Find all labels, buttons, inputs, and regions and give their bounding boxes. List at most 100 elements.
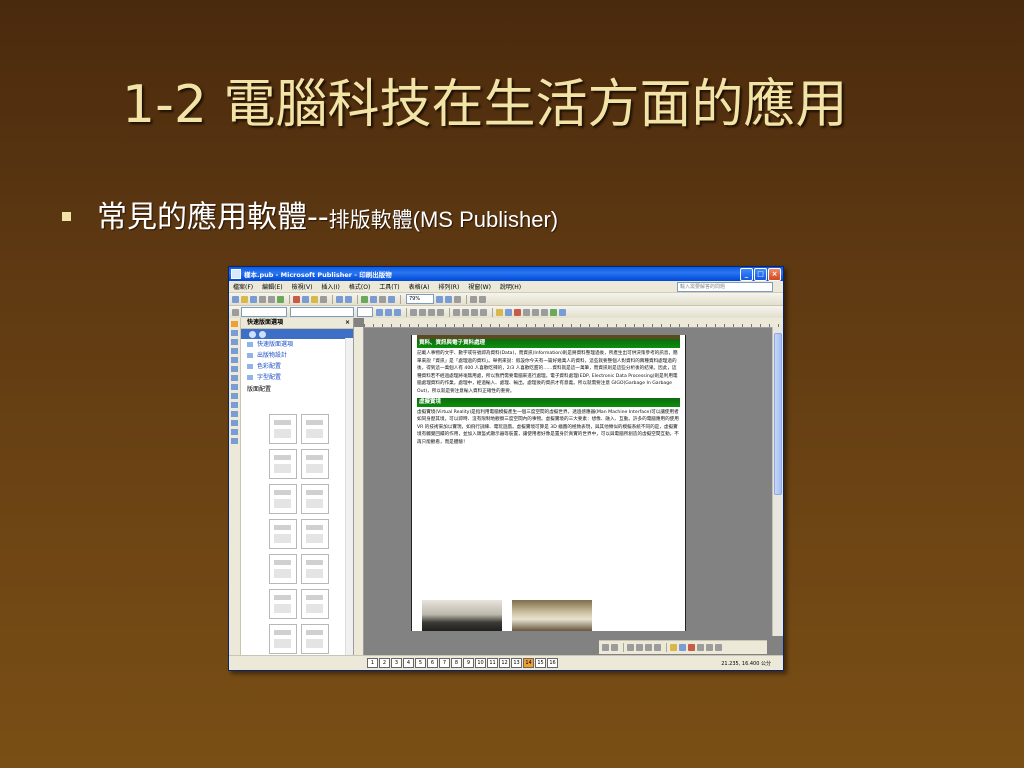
menu-window[interactable]: 視窗(W) — [468, 282, 491, 291]
menu-file[interactable]: 檔案(F) — [233, 282, 253, 291]
increase-indent-icon[interactable] — [480, 308, 487, 316]
page-button[interactable]: 13 — [511, 658, 522, 668]
forward-icon[interactable] — [259, 330, 266, 338]
menu-edit[interactable]: 編輯(E) — [262, 282, 282, 291]
page-button[interactable]: 10 — [475, 658, 486, 668]
back-icon[interactable] — [249, 330, 256, 338]
italic-icon[interactable] — [385, 308, 392, 316]
page-button[interactable]: 9 — [463, 658, 474, 668]
page-button[interactable]: 15 — [535, 658, 546, 668]
pane-link-publication-designs[interactable]: 出版物設計 — [241, 350, 353, 361]
section-body[interactable]: 虛擬實境(Virtual Reality)是指利用電腦模擬產生一個三度空間的虛擬… — [412, 407, 685, 449]
autoshapes-tool-icon[interactable] — [231, 411, 238, 417]
picture-tool-icon[interactable] — [231, 357, 238, 363]
section-heading[interactable]: 資料、資訊與電子資料處理 — [417, 339, 680, 348]
toolbar-options-icon[interactable] — [470, 295, 477, 303]
layout-icon[interactable] — [479, 295, 486, 303]
fill-icon[interactable] — [670, 644, 677, 651]
help-icon[interactable] — [454, 295, 461, 303]
oval-tool-icon[interactable] — [231, 393, 238, 399]
hyperlink-icon[interactable] — [388, 295, 395, 303]
print-icon[interactable] — [259, 295, 266, 303]
numbering-icon[interactable] — [453, 308, 460, 316]
layout-thumbnail[interactable] — [269, 484, 297, 514]
task-pane-close-icon[interactable]: × — [345, 318, 350, 328]
draw-menu-icon[interactable] — [602, 644, 609, 651]
layout-thumbnail[interactable] — [301, 449, 329, 479]
insert-table-icon[interactable] — [361, 295, 368, 303]
menu-help[interactable]: 說明(H) — [500, 282, 521, 291]
insert-picture-icon[interactable] — [370, 295, 377, 303]
line-color-icon[interactable] — [505, 308, 512, 316]
text-box-tool-icon[interactable] — [231, 330, 238, 336]
open-icon[interactable] — [241, 295, 248, 303]
layout-thumbnail[interactable] — [269, 554, 297, 584]
vertical-scrollbar[interactable] — [772, 327, 783, 636]
vr-photo-1[interactable] — [422, 600, 502, 631]
page-button[interactable]: 16 — [547, 658, 558, 668]
vr-photo-2[interactable] — [512, 600, 592, 631]
layout-thumbnail[interactable] — [269, 589, 297, 619]
layout-thumbnail[interactable] — [301, 519, 329, 549]
font-size-select[interactable] — [357, 307, 373, 317]
select-tool-icon[interactable] — [231, 321, 238, 327]
layout-thumbnail[interactable] — [301, 484, 329, 514]
style-select[interactable] — [241, 307, 287, 317]
dashstyle-icon[interactable] — [706, 644, 713, 651]
arrow-tool-icon[interactable] — [231, 384, 238, 390]
pane-link-quick-layouts[interactable]: 快速版面選項 — [241, 339, 353, 350]
zoom-select[interactable]: 79% — [406, 294, 434, 304]
page-button[interactable]: 3 — [391, 658, 402, 668]
layout-thumbnail[interactable] — [269, 414, 297, 444]
align-right-icon[interactable] — [428, 308, 435, 316]
section-heading[interactable]: 虛擬實境 — [417, 397, 680, 407]
menu-insert[interactable]: 插入(I) — [321, 282, 339, 291]
bullets-icon[interactable] — [462, 308, 469, 316]
linecolor-icon[interactable] — [679, 644, 686, 651]
menu-table[interactable]: 表格(A) — [409, 282, 430, 291]
pane-link-color-schemes[interactable]: 色彩配置 — [241, 361, 353, 372]
page-button[interactable]: 2 — [379, 658, 390, 668]
arrowstyle-icon[interactable] — [715, 644, 722, 651]
menu-arrange[interactable]: 排列(R) — [438, 282, 459, 291]
clip-art-tool-icon[interactable] — [231, 366, 238, 372]
decrease-indent-icon[interactable] — [471, 308, 478, 316]
page-button[interactable]: 6 — [427, 658, 438, 668]
bold-icon[interactable] — [376, 308, 383, 316]
columns-icon[interactable] — [379, 295, 386, 303]
undo-icon[interactable] — [336, 295, 343, 303]
fontcolor-icon[interactable] — [688, 644, 695, 651]
layout-thumbnail[interactable] — [269, 519, 297, 549]
dash-style-icon[interactable] — [532, 308, 539, 316]
layout-thumbnail[interactable] — [301, 624, 329, 654]
layout-thumbnail[interactable] — [269, 624, 297, 654]
page-button-current[interactable]: 14 — [523, 658, 534, 668]
font-select[interactable] — [290, 307, 354, 317]
new-icon[interactable] — [232, 295, 239, 303]
print-preview-icon[interactable] — [268, 295, 275, 303]
form-control-tool-icon[interactable] — [231, 429, 238, 435]
hotspot-tool-icon[interactable] — [231, 420, 238, 426]
menu-tools[interactable]: 工具(T) — [379, 282, 399, 291]
page-button[interactable]: 11 — [487, 658, 498, 668]
minimize-button[interactable]: _ — [740, 267, 753, 281]
layout-thumbnail[interactable] — [301, 589, 329, 619]
line-icon[interactable] — [627, 644, 634, 651]
help-search-input[interactable]: 輸入需要解答的問題 — [677, 281, 773, 292]
section-body[interactable]: 記載人事物的文字、數字或符號即為資料(Data)，而資訊(Information… — [412, 348, 685, 398]
maximize-button[interactable]: □ — [754, 267, 767, 281]
linestyle-icon[interactable] — [697, 644, 704, 651]
close-button[interactable]: × — [768, 267, 781, 281]
page-button[interactable]: 5 — [415, 658, 426, 668]
page-button[interactable]: 7 — [439, 658, 450, 668]
menu-view[interactable]: 檢視(V) — [292, 282, 313, 291]
zoom-out-icon[interactable] — [436, 295, 443, 303]
rect-icon[interactable] — [645, 644, 652, 651]
oval-icon[interactable] — [654, 644, 661, 651]
align-center-icon[interactable] — [419, 308, 426, 316]
rectangle-tool-icon[interactable] — [231, 402, 238, 408]
pane-link-font-schemes[interactable]: 字型配置 — [241, 372, 353, 383]
save-icon[interactable] — [250, 295, 257, 303]
cut-icon[interactable] — [293, 295, 300, 303]
align-left-icon[interactable] — [410, 308, 417, 316]
